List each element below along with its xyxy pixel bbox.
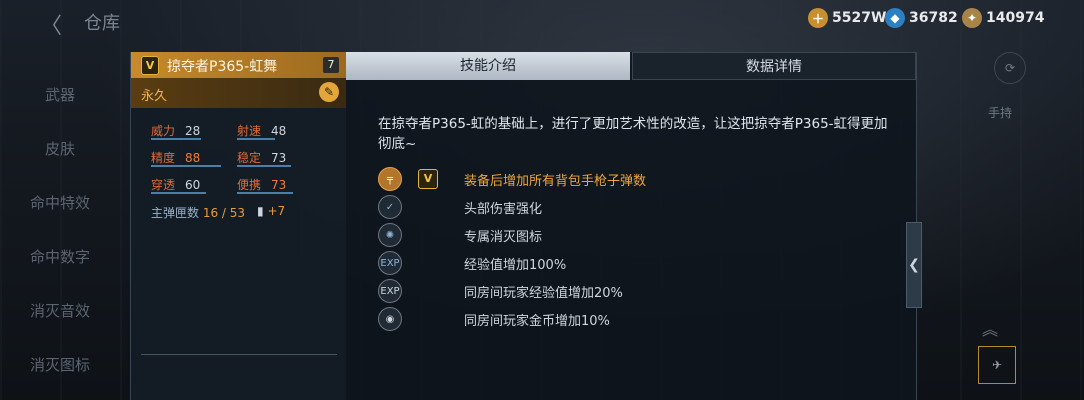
weapon-count: 7 xyxy=(323,57,339,73)
nav-item-kill-icons[interactable]: 消灭图标 xyxy=(0,354,120,375)
nav-item-hit-numbers[interactable]: 命中数字 xyxy=(0,246,120,267)
diamond-icon[interactable]: ◆ xyxy=(885,8,905,28)
nav-item-skins[interactable]: 皮肤 xyxy=(0,138,120,159)
bullet-icon: ▮ xyxy=(257,204,264,218)
chevron-up-icon[interactable]: ︽ xyxy=(982,316,998,340)
rotate-icon[interactable]: ⟳ xyxy=(994,52,1026,84)
currency-medal: ✦ 140974 xyxy=(962,8,1044,28)
skill-label: 同房间玩家经验值增加20% xyxy=(464,285,623,301)
skill-label: 经验值增加100% xyxy=(464,257,567,273)
gold-plus-icon[interactable]: ＋ xyxy=(808,8,828,28)
stat-value: 48 xyxy=(271,124,287,138)
kill-mark-icon: ✺ xyxy=(378,223,402,247)
room-exp-icon: EXP xyxy=(378,279,402,303)
currency-medal-value: 140974 xyxy=(986,10,1045,26)
currency-gold: ＋ 5527W xyxy=(808,8,886,28)
divider xyxy=(141,354,337,355)
stat-stability: 稳定 73 xyxy=(237,149,291,167)
stat-portability: 便携 73 xyxy=(237,176,293,194)
stat-value: 73 xyxy=(271,151,287,165)
hand-hold-label[interactable]: 手持 xyxy=(988,104,1012,121)
skill-label: 头部伤害强化 xyxy=(464,201,543,217)
back-button[interactable]: 〈 xyxy=(40,8,62,40)
skill-label: 同房间玩家金币增加10% xyxy=(464,313,610,329)
exp-icon: EXP xyxy=(378,251,402,275)
nav-item-weapons[interactable]: 武器 xyxy=(0,84,120,105)
nav-item-kill-sounds[interactable]: 消灭音效 xyxy=(0,300,120,321)
medal-icon[interactable]: ✦ xyxy=(962,8,982,28)
currency-gold-value: 5527W xyxy=(832,10,887,26)
skill-item: EXP 同房间玩家经验值增加20% xyxy=(378,278,623,304)
weapon-duration-row: 永久 ✎ xyxy=(131,78,347,108)
stat-fire-rate: 射速 48 xyxy=(237,124,287,140)
pencil-icon[interactable]: ✎ xyxy=(319,82,339,102)
vip-badge-icon: V xyxy=(418,169,438,189)
weapon-name: 掠夺者P365-虹舞 xyxy=(167,59,278,75)
skill-item: ✺ 专属消灭图标 xyxy=(378,222,542,248)
stat-value: 28 xyxy=(185,124,201,138)
skill-item: ╤ V 装备后增加所有背包手枪子弹数 xyxy=(378,166,646,192)
collapse-arrow-icon[interactable]: ❮ xyxy=(906,222,922,308)
stat-value: 73 xyxy=(271,178,287,192)
tab-skills[interactable]: 技能介绍 xyxy=(346,52,630,80)
weapon-card: V 掠夺者P365-虹舞 7 永久 ✎ 威力 28 射速 48 精度 88 稳定 73 … xyxy=(130,52,347,400)
ammo-bonus: ▮ +7 xyxy=(257,204,286,218)
weapon-description: 在掠夺者P365-虹的基础上，进行了更加艺术性的改造，让这把掠夺者P365-虹得… xyxy=(378,116,888,152)
stat-value: 88 xyxy=(185,151,201,165)
pistol-icon: ╤ xyxy=(378,167,402,191)
skill-item: EXP 经验值增加100% xyxy=(378,250,566,276)
ammo-row: 主弹匣数 16 / 53 xyxy=(151,204,245,221)
currency-diamond-value: 36782 xyxy=(909,10,958,26)
stat-accuracy: 精度 88 xyxy=(151,149,221,167)
vip-badge-icon: V xyxy=(141,56,159,75)
skill-panel: 技能介绍 数据详情 在掠夺者P365-虹的基础上，进行了更加艺术性的改造，让这把… xyxy=(346,52,917,400)
weapon-card-header: V 掠夺者P365-虹舞 7 xyxy=(131,52,347,78)
top-bar: 〈 仓库 ＋ 5527W ◆ 36782 ✦ 140974 xyxy=(0,0,1084,40)
stat-value: 60 xyxy=(185,178,201,192)
stat-penetration: 穿透 60 xyxy=(151,176,206,194)
page-title: 仓库 xyxy=(84,13,120,34)
skill-item: ✓ 头部伤害强化 xyxy=(378,194,542,220)
currency-diamond: ◆ 36782 xyxy=(885,8,958,28)
stat-power: 威力 28 xyxy=(151,124,201,140)
weapon-slot-icon[interactable]: ✈ xyxy=(978,346,1016,384)
ammo-label: 主弹匣数 xyxy=(151,206,200,220)
weapon-duration: 永久 xyxy=(141,89,168,104)
ammo-value: 16 / 53 xyxy=(202,206,246,220)
headshot-icon: ✓ xyxy=(378,195,402,219)
tab-details[interactable]: 数据详情 xyxy=(632,52,916,80)
skill-item: ◉ 同房间玩家金币增加10% xyxy=(378,306,610,332)
skill-label: 装备后增加所有背包手枪子弹数 xyxy=(464,173,647,189)
skill-label: 专属消灭图标 xyxy=(464,229,543,245)
room-coin-icon: ◉ xyxy=(378,307,402,331)
nav-item-hit-effects[interactable]: 命中特效 xyxy=(0,192,120,213)
